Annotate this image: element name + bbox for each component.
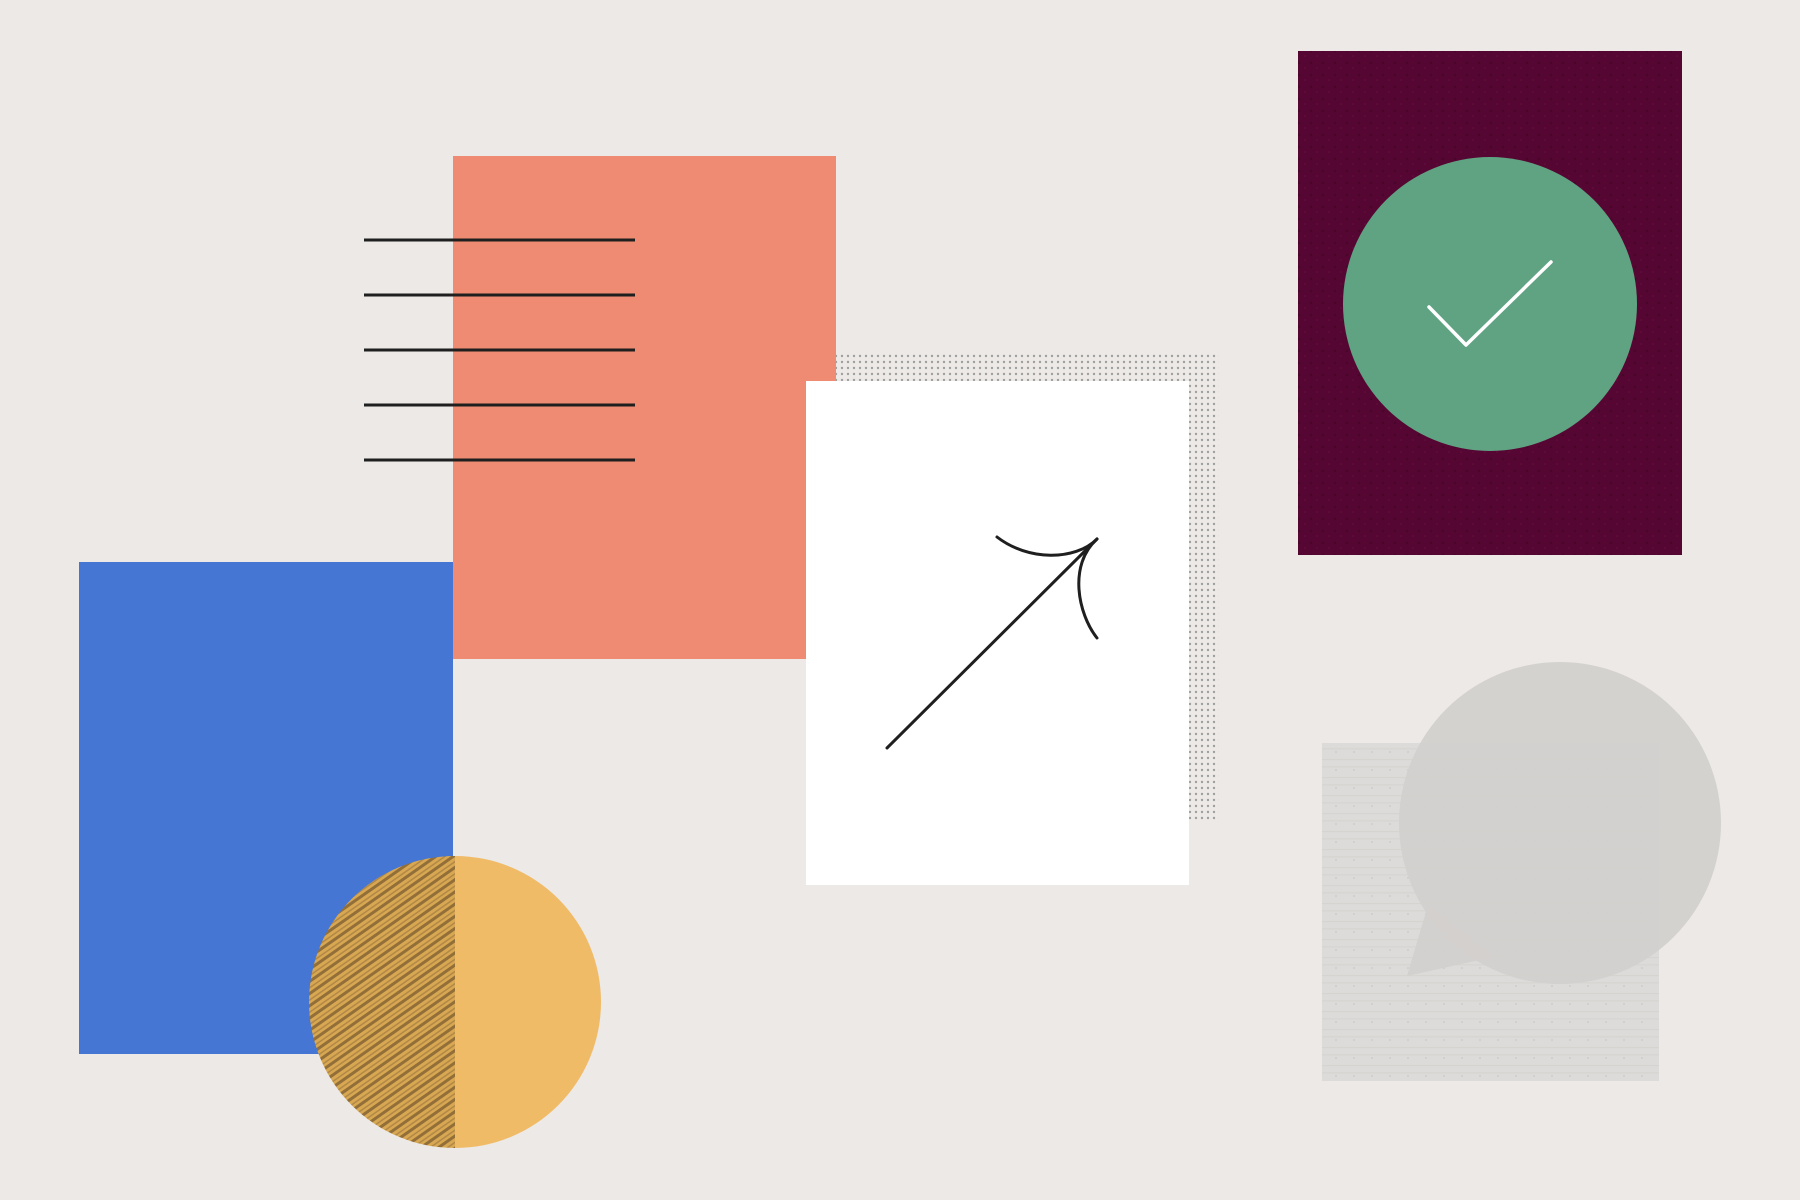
illustration-canvas (0, 0, 1800, 1200)
paper-background (0, 0, 1800, 1200)
